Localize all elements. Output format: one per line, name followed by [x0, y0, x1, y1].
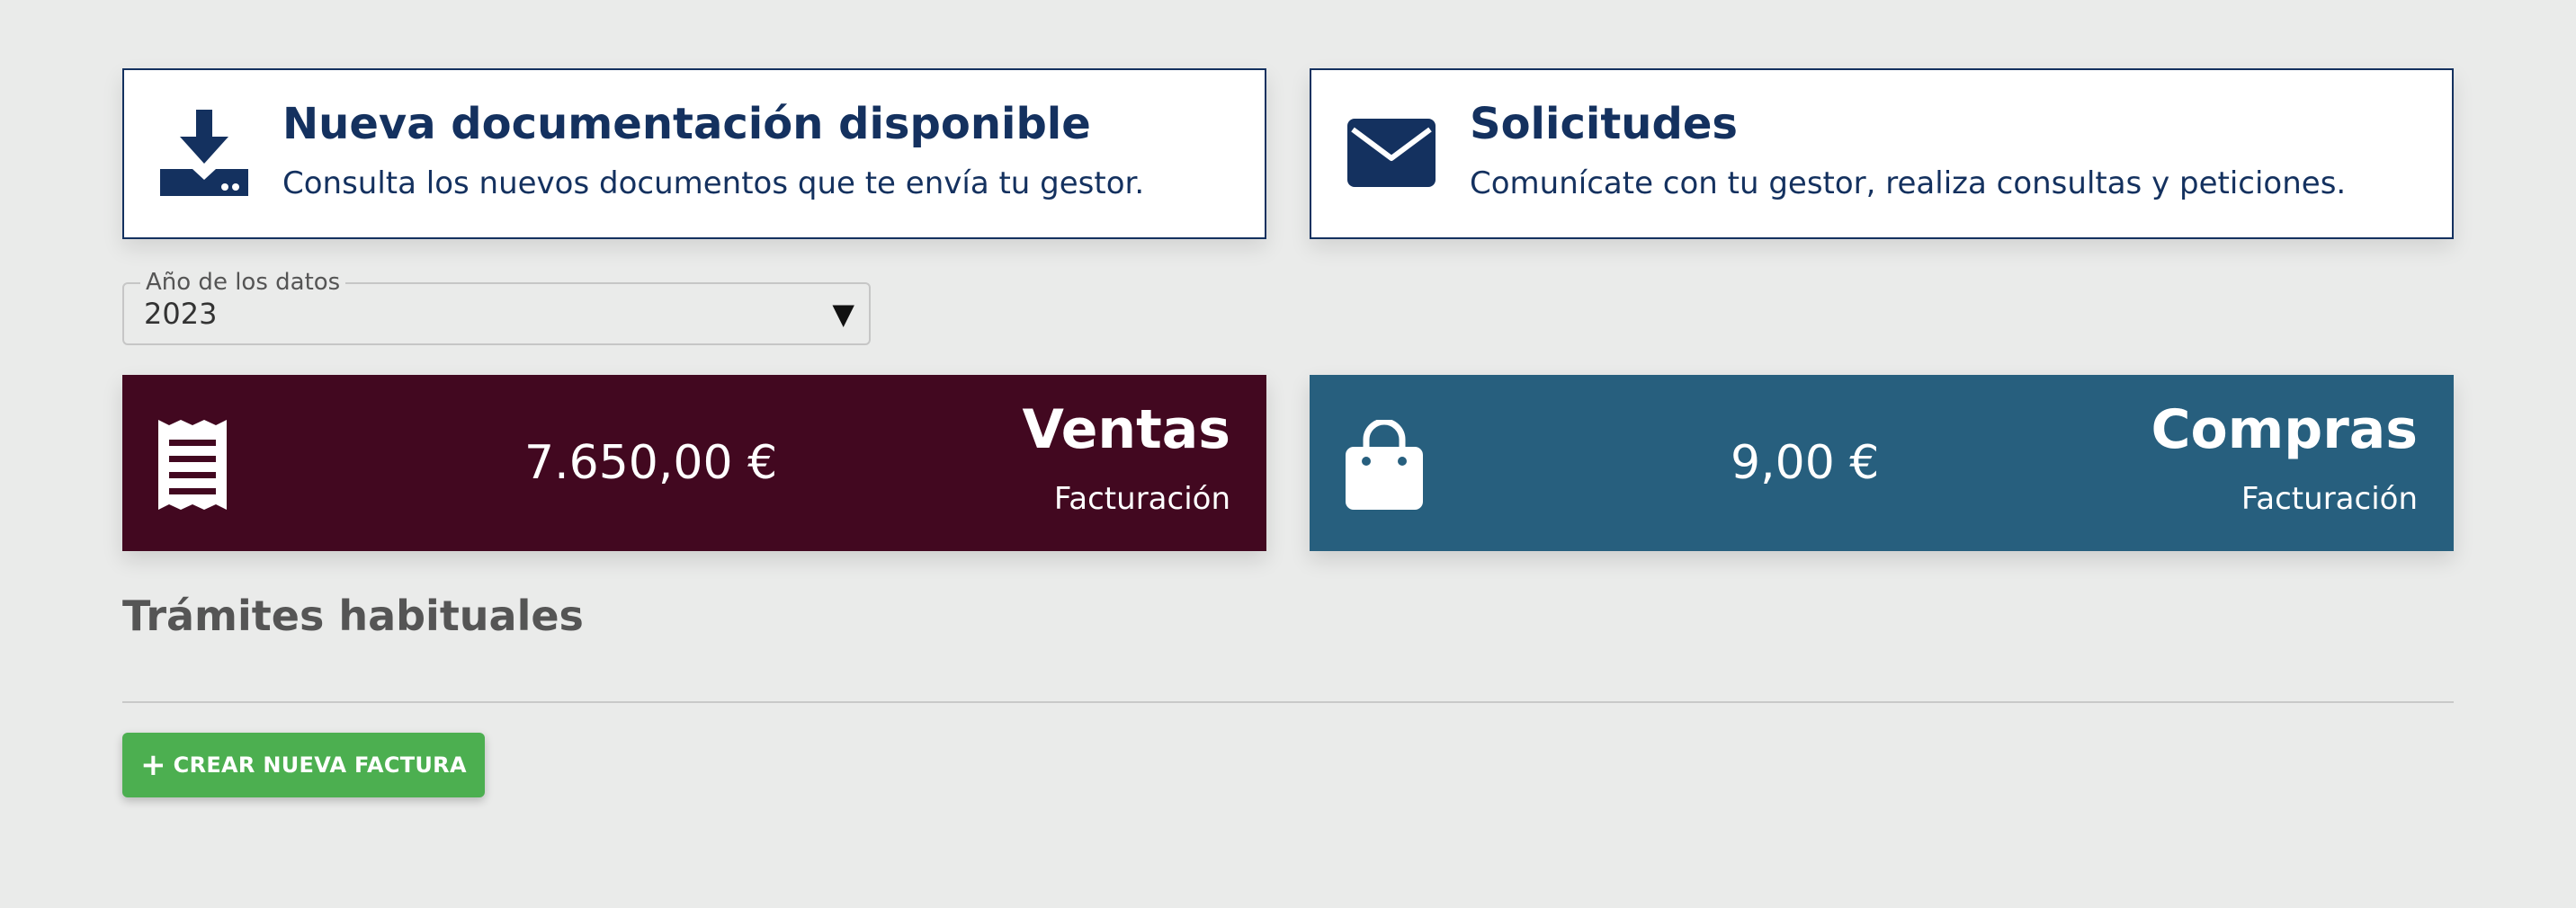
procedures-heading: Trámites habituales	[122, 592, 584, 640]
sales-subtitle: Facturación	[1053, 481, 1230, 517]
purchases-subtitle: Facturación	[2241, 481, 2418, 517]
receipt-icon	[158, 420, 227, 513]
sales-title: Ventas	[1022, 398, 1230, 461]
create-invoice-label: CREAR NUEVA FACTURA	[173, 752, 467, 778]
plus-icon: +	[140, 747, 166, 783]
create-invoice-button[interactable]: + CREAR NUEVA FACTURA	[122, 733, 485, 797]
envelope-icon	[1347, 119, 1436, 191]
dashboard-page: Nueva documentación disponible Consulta …	[0, 0, 2576, 908]
purchases-amount: 9,00 €	[1731, 436, 1880, 490]
sales-card[interactable]: 7.650,00 € Ventas Facturación	[122, 375, 1266, 551]
new-documentation-card[interactable]: Nueva documentación disponible Consulta …	[122, 68, 1266, 239]
requests-description: Comunícate con tu gestor, realiza consul…	[1470, 165, 2347, 201]
requests-title: Solicitudes	[1470, 99, 1738, 149]
requests-card[interactable]: Solicitudes Comunícate con tu gestor, re…	[1310, 68, 2454, 239]
purchases-card[interactable]: 9,00 € Compras Facturación	[1310, 375, 2454, 551]
purchases-title: Compras	[2151, 398, 2418, 461]
year-select-label: Año de los datos	[140, 269, 346, 296]
year-select[interactable]: Año de los datos 2023 ▼	[122, 269, 871, 345]
download-tray-icon	[160, 110, 248, 201]
caret-down-icon: ▼	[832, 297, 854, 331]
new-documentation-description: Consulta los nuevos documentos que te en…	[282, 165, 1145, 201]
new-documentation-title: Nueva documentación disponible	[282, 99, 1091, 149]
sales-amount: 7.650,00 €	[524, 436, 778, 490]
year-select-value: 2023	[144, 297, 218, 331]
shopping-bag-icon	[1346, 418, 1423, 513]
section-divider	[122, 701, 2454, 703]
